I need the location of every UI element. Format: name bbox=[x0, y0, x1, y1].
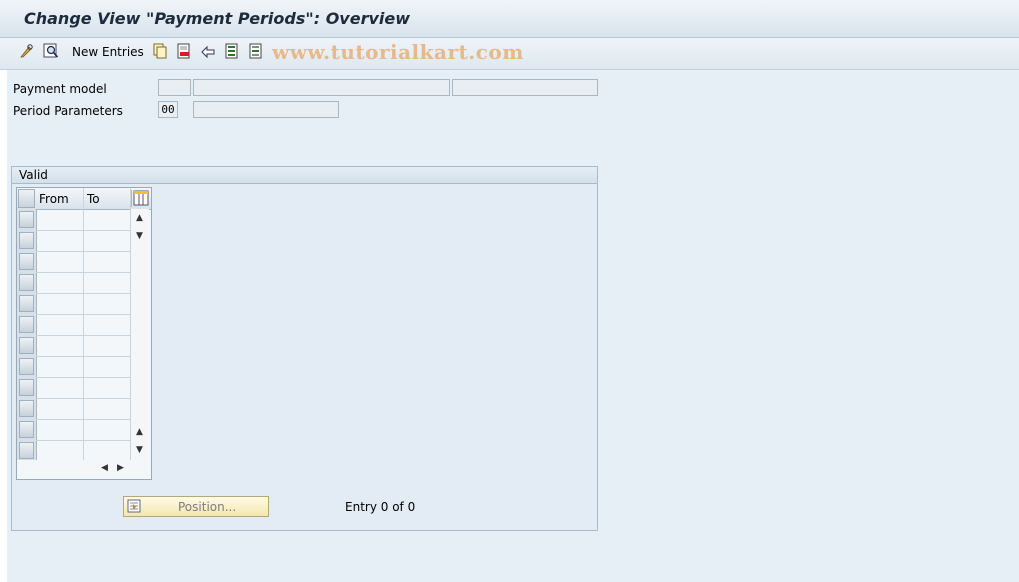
payment-model-text2-field bbox=[452, 79, 598, 96]
scroll-down-arrow-icon[interactable]: ▼ bbox=[136, 231, 143, 241]
copy-icon[interactable] bbox=[152, 43, 168, 59]
row-selector[interactable] bbox=[19, 316, 34, 333]
edit-glasses-icon[interactable] bbox=[19, 43, 35, 59]
find-icon[interactable] bbox=[43, 43, 59, 59]
table-row bbox=[36, 398, 130, 399]
scroll-page-up-arrow-icon[interactable]: ▲ bbox=[136, 427, 143, 437]
delete-icon[interactable] bbox=[176, 43, 192, 59]
row-selector[interactable] bbox=[19, 337, 34, 354]
table-row bbox=[36, 272, 130, 273]
table-row bbox=[36, 440, 130, 441]
position-button[interactable]: Position... bbox=[123, 496, 269, 517]
row-selector[interactable] bbox=[19, 295, 34, 312]
table-settings-icon[interactable] bbox=[133, 190, 149, 206]
row-selector-column bbox=[17, 209, 37, 460]
row-selector[interactable] bbox=[19, 379, 34, 396]
undo-icon[interactable] bbox=[200, 43, 216, 59]
table-row bbox=[36, 314, 130, 315]
column-header-from[interactable]: From bbox=[39, 192, 69, 206]
row-selector[interactable] bbox=[19, 442, 34, 459]
position-icon bbox=[127, 499, 142, 514]
column-header-to[interactable]: To bbox=[87, 192, 100, 206]
position-button-label: Position... bbox=[178, 500, 237, 514]
table-row bbox=[36, 293, 130, 294]
period-parameters-field[interactable]: 00 bbox=[158, 101, 178, 118]
table-row bbox=[36, 251, 130, 252]
new-entries-button[interactable]: New Entries bbox=[72, 45, 144, 59]
watermark: www.tutorialkart.com bbox=[272, 40, 524, 64]
page-title: Change View "Payment Periods": Overview bbox=[24, 9, 411, 28]
select-all-icon[interactable] bbox=[224, 43, 240, 59]
row-selector[interactable] bbox=[19, 421, 34, 438]
valid-table: From To ▲ ▼ ▲ ▼ ◀ ▶ bbox=[16, 187, 152, 480]
row-selector[interactable] bbox=[19, 274, 34, 291]
deselect-all-icon[interactable] bbox=[248, 43, 264, 59]
table-row bbox=[36, 335, 130, 336]
payment-model-label: Payment model bbox=[13, 82, 107, 96]
payment-model-text-field bbox=[193, 79, 450, 96]
period-parameters-label: Period Parameters bbox=[13, 104, 123, 118]
horizontal-scrollbar[interactable]: ◀ ▶ bbox=[83, 460, 131, 478]
row-selector[interactable] bbox=[19, 211, 34, 228]
table-row bbox=[36, 356, 130, 357]
entry-count-text: Entry 0 of 0 bbox=[345, 500, 416, 514]
valid-group-header: Valid bbox=[12, 167, 597, 184]
scroll-up-arrow-icon[interactable]: ▲ bbox=[136, 213, 143, 223]
vertical-scrollbar[interactable]: ▲ ▼ ▲ ▼ bbox=[131, 209, 149, 460]
table-row bbox=[36, 377, 130, 378]
valid-group-title: Valid bbox=[19, 168, 48, 182]
scroll-left-arrow-icon[interactable]: ◀ bbox=[101, 463, 108, 473]
row-selector[interactable] bbox=[19, 400, 34, 417]
row-selector[interactable] bbox=[19, 253, 34, 270]
scroll-right-arrow-icon[interactable]: ▶ bbox=[117, 463, 124, 473]
row-selector[interactable] bbox=[19, 358, 34, 375]
row-selector[interactable] bbox=[19, 232, 34, 249]
table-row bbox=[36, 230, 130, 231]
period-parameters-text-field bbox=[193, 101, 339, 118]
table-row bbox=[36, 419, 130, 420]
scroll-page-down-arrow-icon[interactable]: ▼ bbox=[136, 445, 143, 455]
payment-model-field[interactable] bbox=[158, 79, 191, 96]
select-all-rows-button[interactable] bbox=[18, 189, 35, 208]
